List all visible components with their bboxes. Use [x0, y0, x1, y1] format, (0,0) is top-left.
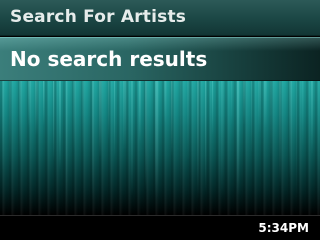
light-ray	[296, 81, 298, 201]
light-ray	[123, 81, 127, 151]
light-ray	[35, 81, 38, 136]
light-ray	[28, 81, 31, 128]
clock: 5:34PM	[258, 221, 309, 235]
light-ray	[197, 81, 200, 200]
light-ray	[43, 81, 45, 126]
header-bar: Search For Artists	[0, 0, 320, 36]
light-ray	[264, 81, 267, 129]
search-results-row[interactable]: No search results	[0, 37, 320, 81]
light-ray	[99, 81, 102, 158]
light-ray	[205, 81, 207, 193]
ray-pattern	[2, 81, 314, 210]
light-ray	[9, 81, 12, 167]
light-ray	[237, 81, 240, 196]
light-ray	[155, 81, 159, 199]
light-ray	[289, 81, 292, 179]
light-ray	[187, 81, 190, 161]
light-ray	[82, 81, 84, 153]
light-ray	[221, 81, 224, 200]
light-ray	[145, 81, 147, 190]
light-ray	[258, 81, 261, 134]
light-ray	[114, 81, 116, 159]
light-ray	[53, 81, 55, 161]
no-results-message: No search results	[10, 47, 208, 71]
light-ray	[270, 81, 273, 159]
status-bar: 5:34PM	[0, 215, 320, 240]
light-ray	[2, 81, 5, 172]
light-ray	[108, 81, 110, 142]
page-title: Search For Artists	[10, 7, 187, 27]
light-ray	[212, 81, 214, 135]
background-rays	[0, 81, 320, 215]
light-ray	[302, 81, 304, 149]
light-ray	[311, 81, 314, 155]
light-ray	[164, 81, 167, 124]
light-ray	[66, 81, 68, 210]
light-ray	[180, 81, 182, 208]
light-ray	[231, 81, 233, 125]
light-ray	[59, 81, 61, 171]
screen: Search For Artists No search results 5:3…	[0, 0, 320, 240]
light-ray	[279, 81, 282, 188]
light-ray	[131, 81, 134, 197]
light-ray	[73, 81, 76, 151]
light-ray	[19, 81, 22, 158]
light-ray	[243, 81, 246, 126]
light-ray	[139, 81, 141, 143]
light-ray	[171, 81, 173, 157]
light-ray	[251, 81, 253, 153]
light-ray	[92, 81, 94, 201]
